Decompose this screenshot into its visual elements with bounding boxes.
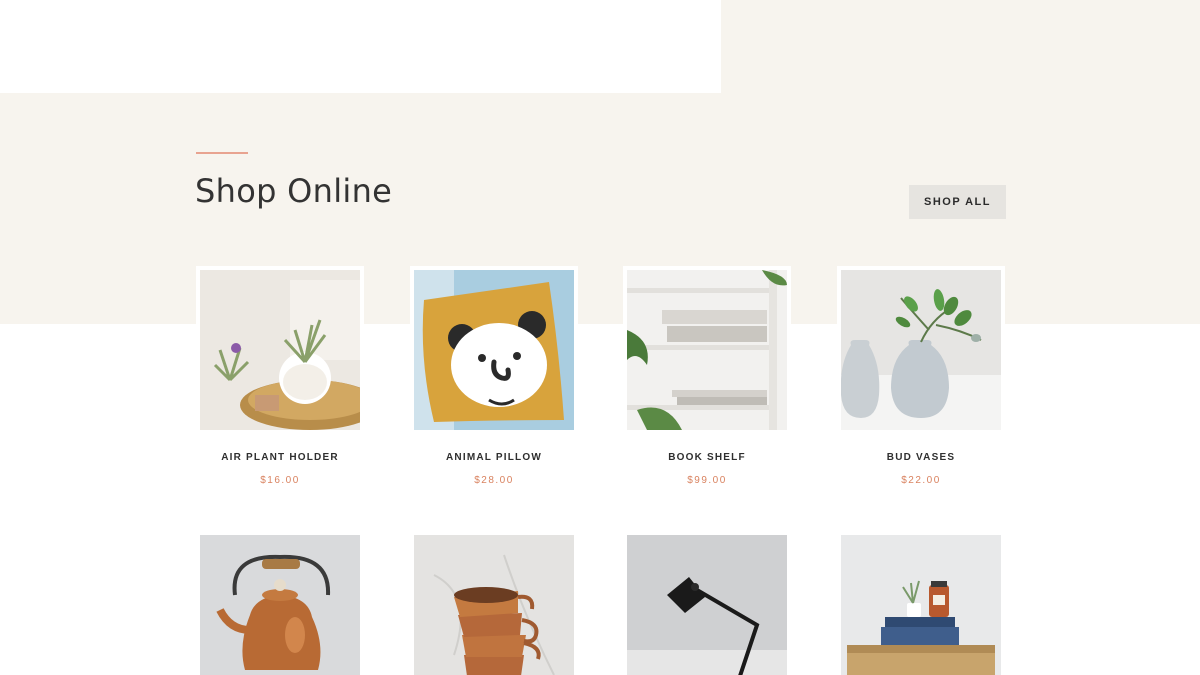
product-name[interactable]: BOOK SHELF	[623, 452, 791, 463]
product-image-desk-lamp[interactable]	[627, 535, 787, 675]
product-price: $99.00	[687, 475, 727, 486]
section-title: Shop Online	[195, 172, 393, 210]
product-image-frame	[410, 266, 578, 434]
product-card-bud-vases[interactable]: BUD VASES $22.00	[837, 266, 1005, 486]
books-decor-illustration	[841, 535, 1001, 675]
book-shelf-illustration	[627, 270, 787, 430]
product-name[interactable]: BUD VASES	[837, 452, 1005, 463]
product-image-frame	[837, 266, 1005, 434]
product-price: $22.00	[901, 475, 941, 486]
product-image-animal-pillow[interactable]	[414, 270, 574, 430]
product-image-air-plant-holder[interactable]	[200, 270, 360, 430]
product-image-frame	[196, 266, 364, 434]
product-image-frame	[837, 531, 1005, 675]
air-plant-illustration	[200, 270, 360, 430]
animal-pillow-illustration	[414, 270, 574, 430]
top-white-panel	[0, 0, 721, 93]
product-image-copper-cups[interactable]	[414, 535, 574, 675]
product-card-kettle[interactable]	[196, 531, 364, 675]
product-image-book-shelf[interactable]	[627, 270, 787, 430]
product-image-frame	[196, 531, 364, 675]
bud-vases-illustration	[841, 270, 1001, 430]
copper-kettle-illustration	[200, 535, 360, 675]
product-image-books-decor[interactable]	[841, 535, 1001, 675]
product-card-animal-pillow[interactable]: ANIMAL PILLOW $28.00	[410, 266, 578, 486]
product-image-frame	[410, 531, 578, 675]
copper-cups-illustration	[414, 535, 574, 675]
section-accent-line	[196, 152, 248, 154]
product-name[interactable]: AIR PLANT HOLDER	[196, 452, 364, 463]
product-price: $28.00	[474, 475, 514, 486]
desk-lamp-illustration	[627, 535, 787, 675]
product-image-bud-vases[interactable]	[841, 270, 1001, 430]
product-image-kettle[interactable]	[200, 535, 360, 675]
product-card-copper-cups[interactable]	[410, 531, 578, 675]
product-image-frame	[623, 266, 791, 434]
product-price: $16.00	[260, 475, 300, 486]
product-name[interactable]: ANIMAL PILLOW	[410, 452, 578, 463]
product-image-frame	[623, 531, 791, 675]
product-card-books-decor[interactable]	[837, 531, 1005, 675]
shop-all-button[interactable]: SHOP ALL	[909, 185, 1006, 219]
product-card-book-shelf[interactable]: BOOK SHELF $99.00	[623, 266, 791, 486]
product-card-air-plant-holder[interactable]: AIR PLANT HOLDER $16.00	[196, 266, 364, 486]
product-card-desk-lamp[interactable]	[623, 531, 791, 675]
